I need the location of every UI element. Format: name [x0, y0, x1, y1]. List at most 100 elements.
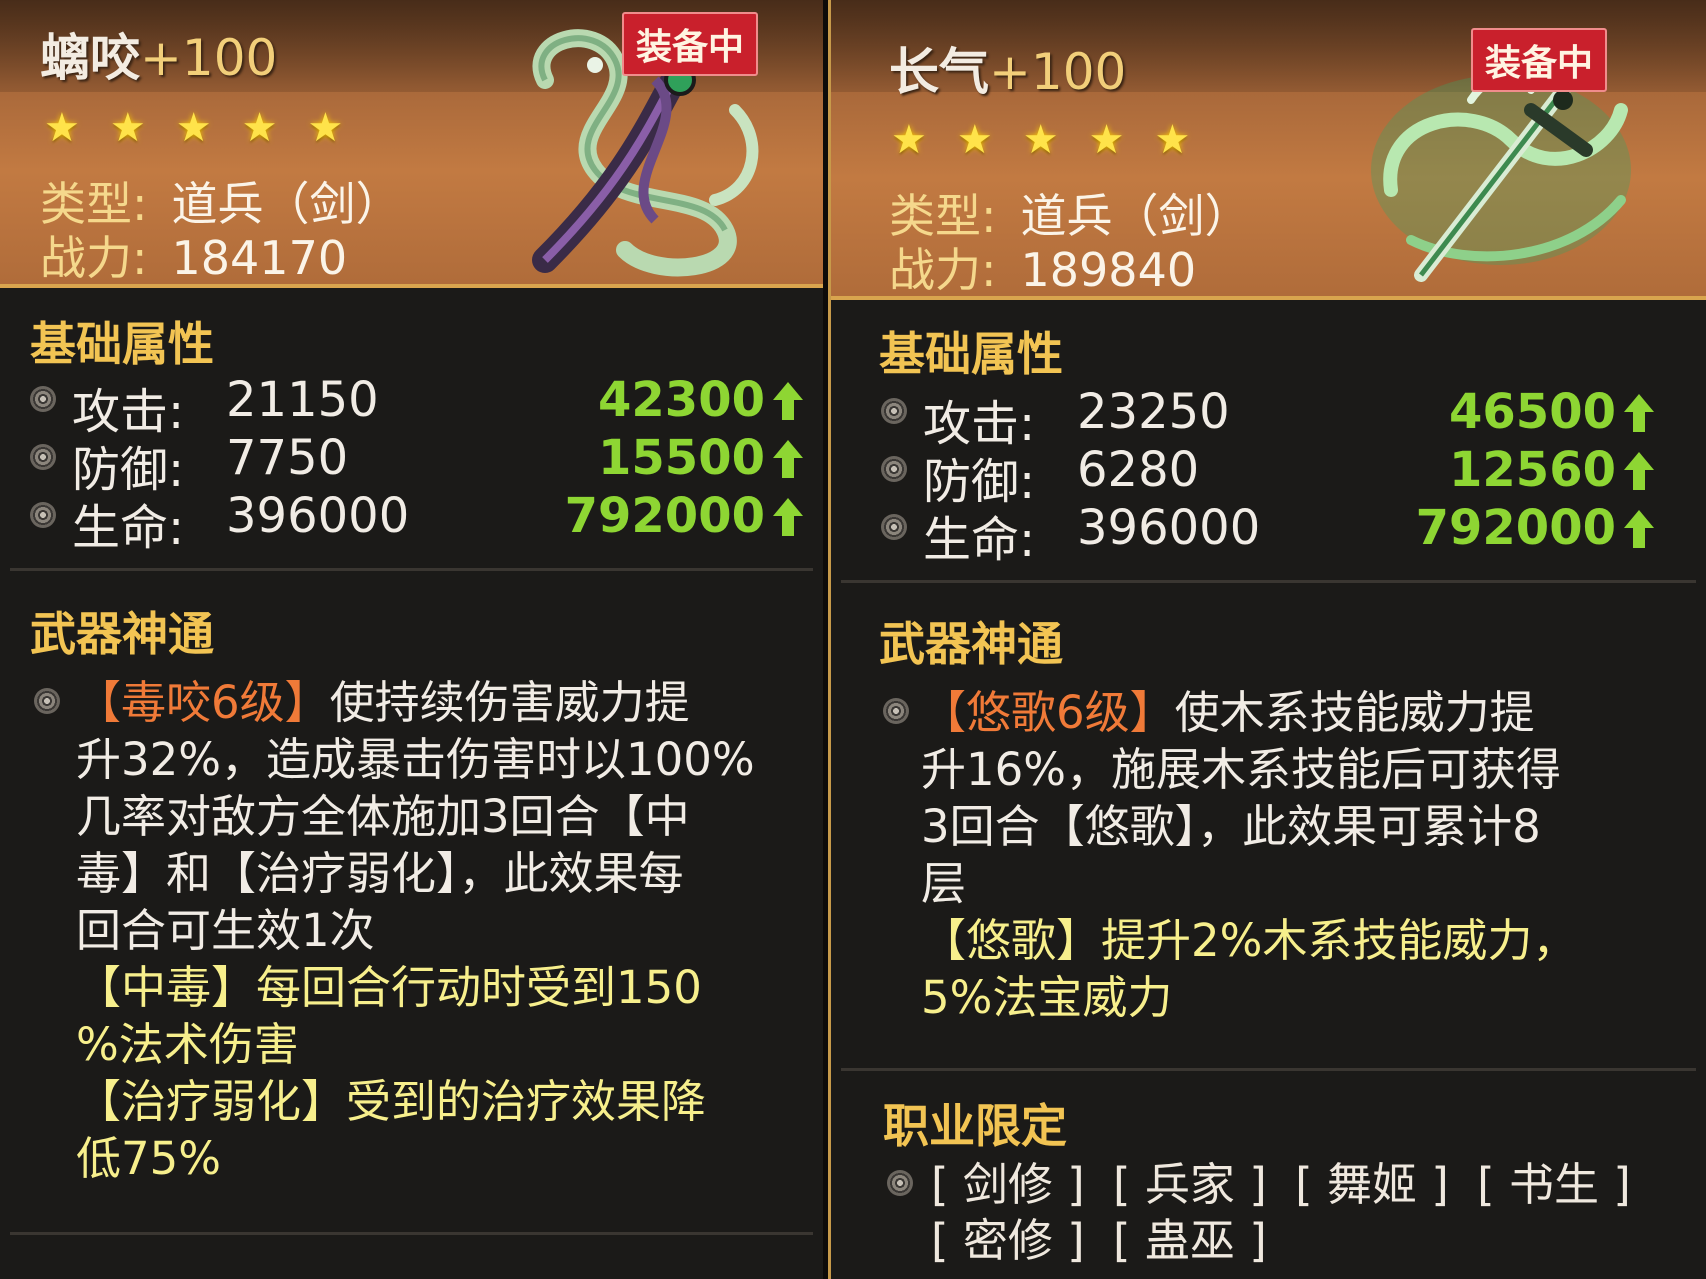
- skill-name: 【悠歌6级】: [921, 686, 1175, 739]
- star-rating: ★ ★ ★ ★ ★: [891, 120, 1190, 160]
- bullet-icon: [881, 456, 907, 482]
- weapon-card-left[interactable]: 螭咬+100 装备中 ★ ★ ★ ★ ★ 类型: 道兵（剑） 战力: 184170 …: [0, 0, 823, 1279]
- power-value: 189840: [1020, 243, 1197, 297]
- star-icon: ★: [44, 105, 80, 151]
- arrow-up-icon: [1624, 510, 1654, 548]
- bullet-icon: [30, 386, 56, 412]
- arrow-up-icon: [1624, 394, 1654, 432]
- skill-line: 升16%，施展木系技能后可获得: [921, 743, 1562, 796]
- section-divider: [10, 568, 813, 571]
- star-icon: ★: [956, 117, 993, 163]
- card-header: 长气+100 装备中 ★ ★ ★ ★ ★ 类型: 道兵（剑） 战力: 189840: [831, 0, 1706, 300]
- star-icon: ★: [175, 105, 212, 151]
- star-icon: ★: [307, 105, 344, 151]
- effect-line: 【悠歌】提升2%木系技能威力，: [921, 914, 1578, 967]
- power-label: 战力:: [40, 231, 148, 285]
- star-rating: ★ ★ ★ ★ ★: [44, 108, 343, 148]
- effect-line: 低75%: [76, 1132, 222, 1185]
- effect-line: 5%法宝威力: [921, 971, 1173, 1024]
- arrow-up-icon: [1624, 452, 1654, 490]
- skill-line: 使持续伤害威力提: [329, 676, 690, 729]
- stat-max-value: 46500: [1449, 384, 1616, 440]
- bullet-icon: [883, 698, 909, 724]
- equipped-badge: 装备中: [622, 12, 759, 76]
- weapon-level: +100: [989, 43, 1127, 101]
- bullet-icon: [881, 514, 907, 540]
- arrow-up-icon: [773, 498, 803, 536]
- skill-line: 使木系技能威力提: [1174, 686, 1535, 739]
- power-value: 184170: [171, 231, 348, 285]
- class-tags-row: [ 密修 ] [ 蛊巫 ]: [931, 1214, 1281, 1267]
- weapon-skill-title: 武器神通: [30, 607, 214, 661]
- stat-label: 生命:: [923, 512, 1036, 568]
- stat-row-defense: 防御: 6280 12560: [881, 442, 1660, 510]
- arrow-up-icon: [773, 382, 803, 420]
- class-tags-row: [ 剑修 ] [ 兵家 ] [ 舞姬 ] [ 书生 ]: [931, 1158, 1645, 1211]
- stat-row-defense: 防御: 7750 15500: [30, 430, 809, 498]
- stat-value: 7750: [226, 430, 349, 486]
- stat-max-value: 792000: [564, 488, 765, 544]
- section-divider: [841, 1068, 1696, 1071]
- stat-value: 23250: [1077, 384, 1230, 440]
- class-tag: [ 兵家 ]: [1113, 1158, 1267, 1211]
- weapon-skill-title: 武器神通: [879, 617, 1063, 671]
- class-tag: [ 书生 ]: [1477, 1158, 1631, 1211]
- skill-name: 【毒咬6级】: [76, 676, 330, 729]
- star-icon: ★: [109, 105, 146, 151]
- class-tag: [ 剑修 ]: [931, 1158, 1085, 1211]
- star-icon: ★: [241, 105, 278, 151]
- stat-row-attack: 攻击: 21150 42300: [30, 372, 809, 440]
- stat-row-health: 生命: 396000 792000: [30, 488, 809, 556]
- power-row: 战力: 184170: [40, 222, 347, 288]
- skill-description: 【悠歌6级】使木系技能威力提 升16%，施展木系技能后可获得 3回合【悠歌】，此…: [921, 684, 1681, 1026]
- stat-max-value: 42300: [598, 372, 765, 428]
- stat-max-value: 792000: [1415, 500, 1616, 556]
- effect-line: %法术伤害: [76, 1018, 299, 1071]
- skill-line: 层: [921, 857, 967, 910]
- stat-label: 生命:: [72, 500, 185, 556]
- class-tag: [ 蛊巫 ]: [1113, 1214, 1267, 1267]
- card-header: 螭咬+100 装备中 ★ ★ ★ ★ ★ 类型: 道兵（剑） 战力: 184170: [0, 0, 823, 288]
- bullet-icon: [881, 398, 907, 424]
- bullet-icon: [34, 688, 60, 714]
- weapon-level: +100: [140, 29, 278, 87]
- skill-line: 几率对敌方全体施加3回合【中: [76, 790, 690, 843]
- stat-value: 396000: [226, 488, 410, 544]
- star-icon: ★: [1088, 117, 1125, 163]
- skill-line: 升32%，造成暴击伤害时以100%: [76, 733, 755, 786]
- base-attributes-title: 基础属性: [30, 317, 214, 371]
- stat-value: 396000: [1077, 500, 1261, 556]
- effect-line: 【中毒】每回合行动时受到150: [76, 961, 702, 1014]
- effect-line: 【治疗弱化】受到的治疗效果降: [76, 1075, 707, 1128]
- stat-row-attack: 攻击: 23250 46500: [881, 384, 1660, 452]
- weapon-title: 螭咬+100: [40, 18, 277, 90]
- weapon-name: 螭咬: [40, 29, 140, 87]
- stat-max-value: 12560: [1449, 442, 1616, 498]
- skill-line: 3回合【悠歌】，此效果可累计8: [921, 800, 1541, 853]
- stat-row-health: 生命: 396000 792000: [881, 500, 1660, 568]
- power-row: 战力: 189840: [889, 234, 1196, 300]
- class-tag: [ 密修 ]: [931, 1214, 1085, 1267]
- weapon-card-right[interactable]: 长气+100 装备中 ★ ★ ★ ★ ★ 类型: 道兵（剑） 战力: 189840 …: [828, 0, 1706, 1279]
- bullet-icon: [887, 1170, 913, 1196]
- bullet-icon: [30, 502, 56, 528]
- weapon-name: 长气: [889, 43, 989, 101]
- skill-description: 【毒咬6级】使持续伤害威力提 升32%，造成暴击伤害时以100% 几率对敌方全体…: [76, 674, 816, 1187]
- star-icon: ★: [1022, 117, 1059, 163]
- arrow-up-icon: [773, 440, 803, 478]
- base-attributes-title: 基础属性: [879, 327, 1063, 381]
- star-icon: ★: [891, 117, 927, 163]
- skill-line: 毒】和【治疗弱化】，此效果每: [76, 847, 684, 900]
- stat-value: 21150: [226, 372, 379, 428]
- class-tag: [ 舞姬 ]: [1295, 1158, 1449, 1211]
- stat-value: 6280: [1077, 442, 1200, 498]
- weapon-title: 长气+100: [889, 32, 1126, 104]
- stat-max-value: 15500: [598, 430, 765, 486]
- section-divider: [841, 580, 1696, 583]
- star-icon: ★: [1154, 117, 1191, 163]
- power-label: 战力:: [889, 243, 997, 297]
- class-restriction-title: 职业限定: [883, 1099, 1067, 1153]
- equipped-badge: 装备中: [1471, 28, 1608, 92]
- section-divider: [10, 1232, 813, 1235]
- bullet-icon: [30, 444, 56, 470]
